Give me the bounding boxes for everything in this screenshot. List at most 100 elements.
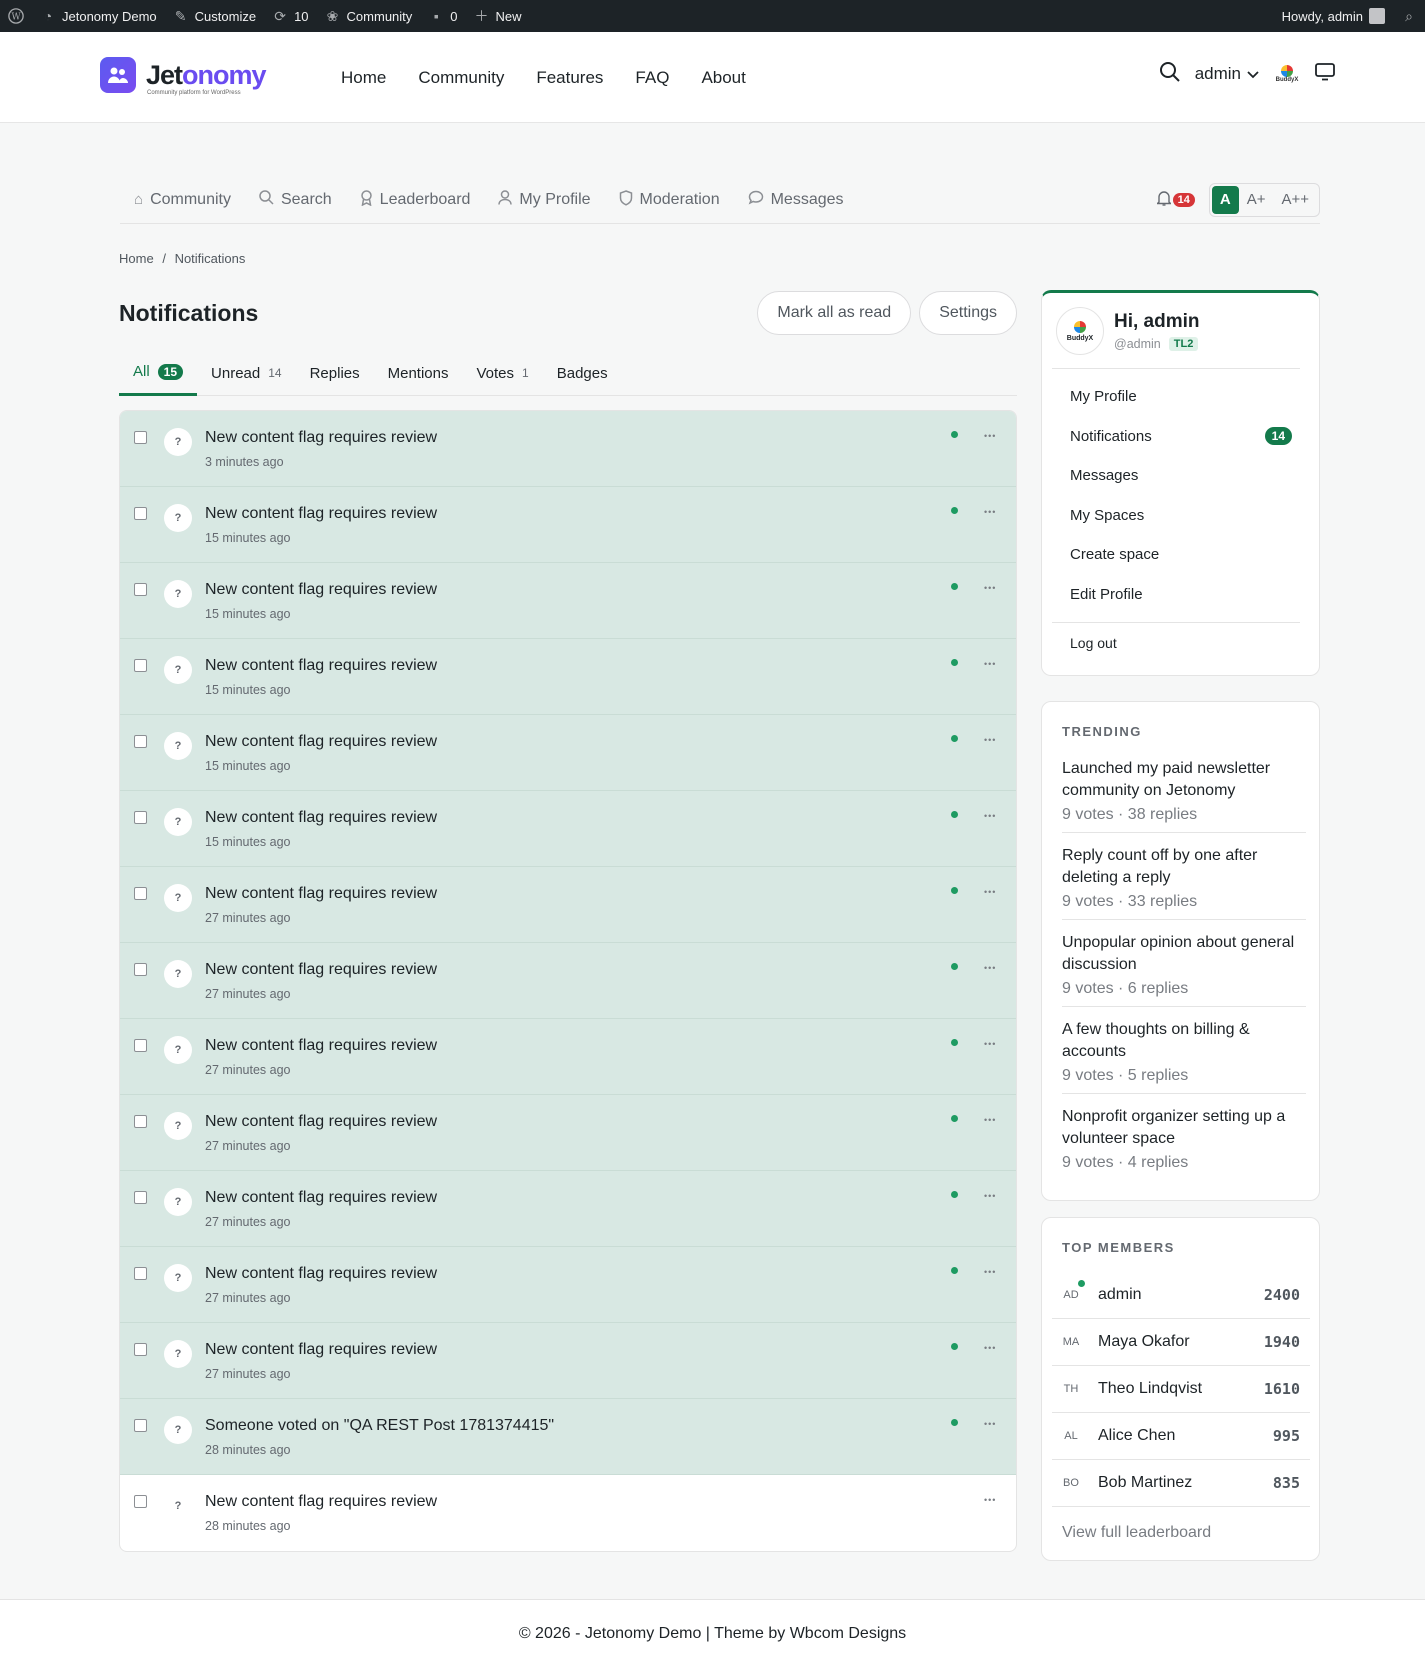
notification-checkbox[interactable] [134,431,147,444]
user-avatar[interactable]: BuddyX [1056,307,1104,355]
notification-text[interactable]: New content flag requires review [205,657,437,675]
more-actions-icon[interactable]: ••• [984,1343,996,1353]
more-actions-icon[interactable]: ••• [984,1115,996,1125]
my-account-link[interactable]: Howdy, admin [1274,0,1393,32]
more-actions-icon[interactable]: ••• [984,431,996,441]
more-actions-icon[interactable]: ••• [984,811,996,821]
subnav-search[interactable]: Search [245,176,346,224]
notification-checkbox[interactable] [134,963,147,976]
notification-item[interactable]: ? New content flag requires review 27 minu… [120,1095,1016,1171]
notification-text[interactable]: New content flag requires review [205,809,437,827]
notification-text[interactable]: New content flag requires review [205,1265,437,1283]
more-actions-icon[interactable]: ••• [984,1191,996,1201]
site-logo[interactable]: Jetonomy Community platform for WordPres… [100,57,267,96]
subnav-community[interactable]: ⌂ Community [120,176,245,224]
member-row[interactable]: MA Maya Okafor 1940 [1052,1319,1310,1366]
more-actions-icon[interactable]: ••• [984,659,996,669]
member-row[interactable]: AD admin 2400 [1052,1272,1310,1319]
notification-checkbox[interactable] [134,1419,147,1432]
notification-item[interactable]: ? New content flag requires review 15 minu… [120,563,1016,639]
notification-text[interactable]: New content flag requires review [205,1341,437,1359]
view-leaderboard-link[interactable]: View full leaderboard [1062,1524,1211,1542]
admin-search-button[interactable]: ⌕ [1393,0,1425,32]
font-size-large[interactable]: A+ [1239,186,1274,214]
monitor-icon[interactable] [1315,62,1335,86]
user-menu-toggle[interactable]: admin [1195,64,1259,84]
more-actions-icon[interactable]: ••• [984,1495,996,1505]
user-menu-item[interactable]: Edit Profile [1052,575,1300,615]
notification-checkbox[interactable] [134,1495,147,1508]
notification-text[interactable]: New content flag requires review [205,961,437,979]
notification-checkbox[interactable] [134,1039,147,1052]
comments-link[interactable]: ▪ 0 [420,0,465,32]
notification-item[interactable]: ? New content flag requires review 3 minut… [120,411,1016,487]
notification-item[interactable]: ? Someone voted on "QA REST Post 17813744… [120,1399,1016,1475]
notification-checkbox[interactable] [134,507,147,520]
notification-text[interactable]: New content flag requires review [205,1113,437,1131]
more-actions-icon[interactable]: ••• [984,735,996,745]
tab-unread[interactable]: Unread 14 [197,350,296,396]
more-actions-icon[interactable]: ••• [984,583,996,593]
notification-item[interactable]: ? New content flag requires review 27 minu… [120,867,1016,943]
mark-all-read-button[interactable]: Mark all as read [757,291,912,335]
notification-item[interactable]: ? New content flag requires review 27 minu… [120,1019,1016,1095]
notification-text[interactable]: New content flag requires review [205,733,437,751]
notification-text[interactable]: Someone voted on "QA REST Post 178137441… [205,1417,554,1435]
notification-checkbox[interactable] [134,659,147,672]
trending-title[interactable]: Unpopular opinion about general discussi… [1062,932,1306,976]
subnav-my-profile[interactable]: My Profile [484,176,604,224]
font-size-normal[interactable]: A [1211,185,1239,214]
notification-text[interactable]: New content flag requires review [205,581,437,599]
customize-link[interactable]: ✎ Customize [165,0,264,32]
notification-checkbox[interactable] [134,811,147,824]
notification-item[interactable]: ? New content flag requires review 27 minu… [120,1323,1016,1399]
notification-text[interactable]: New content flag requires review [205,1493,437,1511]
user-menu-item[interactable]: Create space [1052,535,1300,575]
trending-title[interactable]: A few thoughts on billing & accounts [1062,1019,1306,1063]
subnav-moderation[interactable]: Moderation [605,176,734,224]
trending-title[interactable]: Nonprofit organizer setting up a volunte… [1062,1106,1306,1150]
tab-mentions[interactable]: Mentions [374,350,463,396]
settings-button[interactable]: Settings [919,291,1017,335]
notification-checkbox[interactable] [134,1267,147,1280]
buddyx-avatar[interactable]: BuddyX [1273,60,1301,88]
notification-text[interactable]: New content flag requires review [205,1037,437,1055]
more-actions-icon[interactable]: ••• [984,963,996,973]
notification-item[interactable]: ? New content flag requires review 15 minu… [120,791,1016,867]
notification-checkbox[interactable] [134,583,147,596]
subnav-leaderboard[interactable]: Leaderboard [346,176,485,224]
trending-title[interactable]: Reply count off by one after deleting a … [1062,845,1306,889]
tab-all[interactable]: All 15 [119,350,198,396]
tab-votes[interactable]: Votes 1 [463,350,543,396]
nav-about[interactable]: About [685,62,761,94]
updates-link[interactable]: ⟳ 10 [264,0,316,32]
tab-badges[interactable]: Badges [543,350,622,396]
new-content-link[interactable]: ＋ New [466,0,530,32]
notification-text[interactable]: New content flag requires review [205,429,437,447]
trending-title[interactable]: Launched my paid newsletter community on… [1062,758,1306,802]
wordpress-logo-button[interactable]: W [0,0,32,32]
community-admin-link[interactable]: ❀ Community [317,0,421,32]
notification-item[interactable]: ? New content flag requires review 28 minu… [120,1475,1016,1551]
notification-checkbox[interactable] [134,1343,147,1356]
notification-item[interactable]: ? New content flag requires review 15 minu… [120,639,1016,715]
nav-community[interactable]: Community [402,62,520,94]
user-menu-item[interactable]: Notifications 14 [1052,417,1300,457]
user-menu-item[interactable]: My Profile [1052,377,1300,417]
more-actions-icon[interactable]: ••• [984,887,996,897]
notification-checkbox[interactable] [134,735,147,748]
nav-home[interactable]: Home [325,62,402,94]
font-size-xlarge[interactable]: A++ [1273,186,1317,214]
nav-faq[interactable]: FAQ [619,62,685,94]
site-name-link[interactable]: ◔ Jetonomy Demo [32,0,165,32]
notification-checkbox[interactable] [134,1191,147,1204]
subnav-messages[interactable]: Messages [734,176,858,224]
notification-text[interactable]: New content flag requires review [205,1189,437,1207]
notification-text[interactable]: New content flag requires review [205,505,437,523]
more-actions-icon[interactable]: ••• [984,1419,996,1429]
nav-features[interactable]: Features [520,62,619,94]
notification-item[interactable]: ? New content flag requires review 15 minu… [120,487,1016,563]
notification-item[interactable]: ? New content flag requires review 27 minu… [120,1171,1016,1247]
header-search-icon[interactable] [1159,61,1181,88]
more-actions-icon[interactable]: ••• [984,1039,996,1049]
